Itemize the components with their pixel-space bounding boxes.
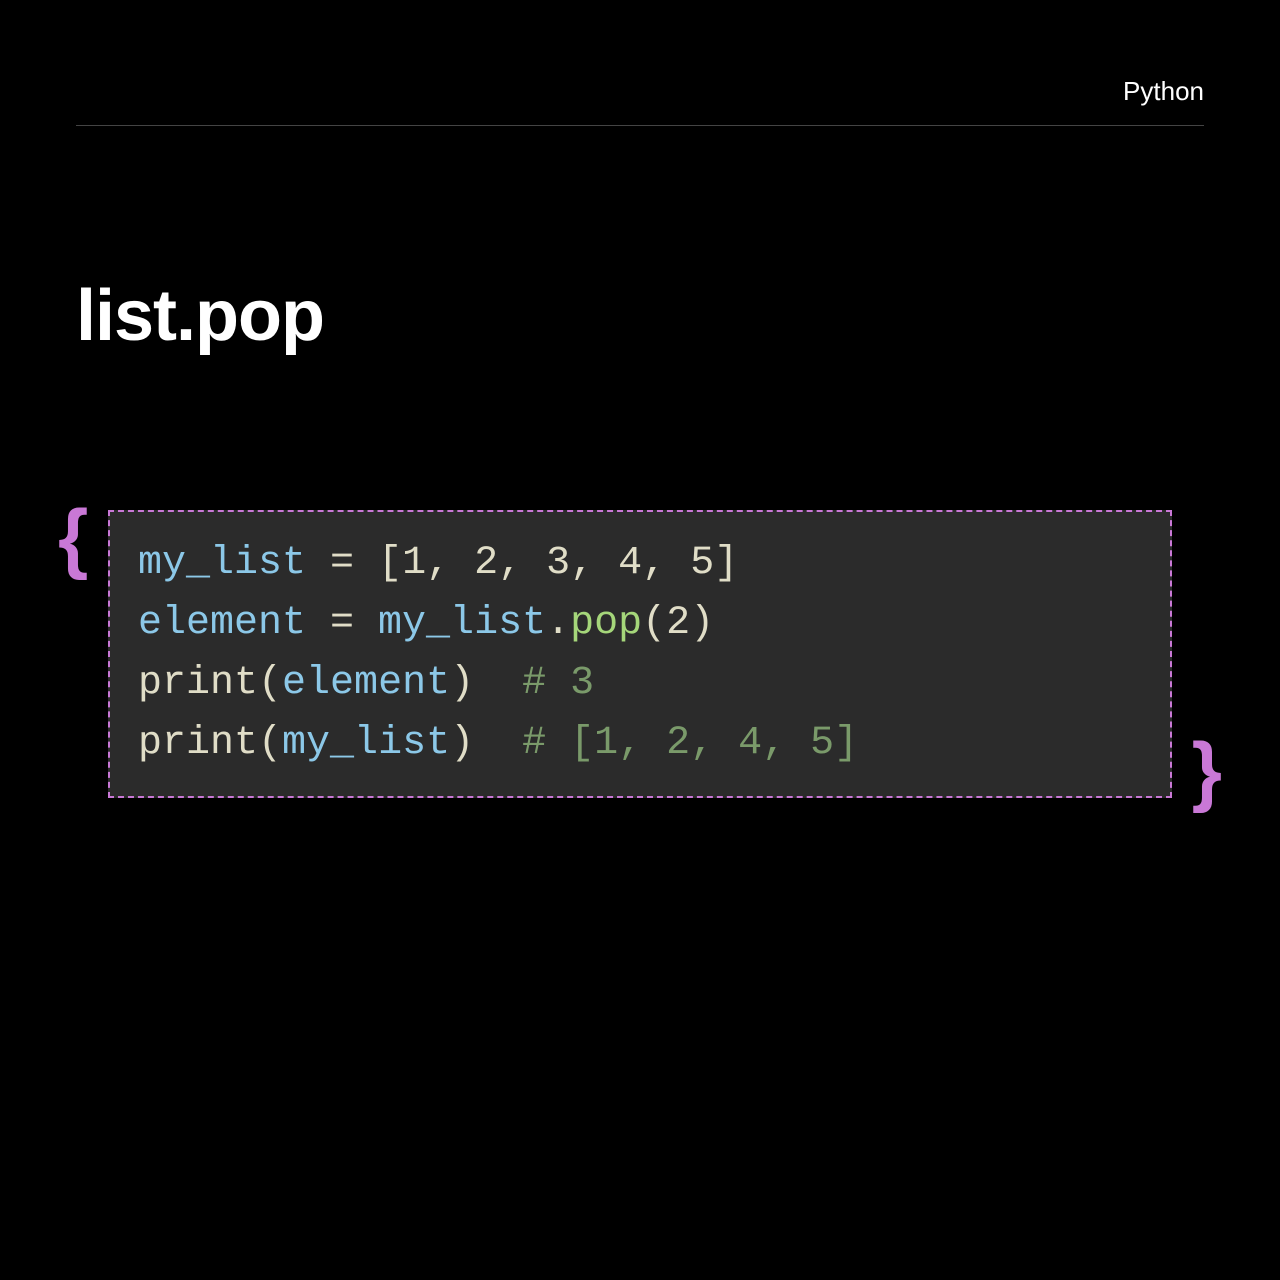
code-token: ) xyxy=(450,661,474,706)
code-token: = xyxy=(306,541,378,586)
code-token: 5 xyxy=(690,541,714,586)
code-token: 1 xyxy=(402,541,426,586)
code-token: , xyxy=(570,541,618,586)
code-token: pop xyxy=(570,601,642,646)
code-comment: # 3 xyxy=(522,661,594,706)
code-token: ( xyxy=(258,661,282,706)
page-title: list.pop xyxy=(76,275,324,357)
code-token: element xyxy=(282,661,450,706)
code-token: ( xyxy=(642,601,666,646)
code-token: ] xyxy=(714,541,738,586)
code-token: = xyxy=(306,601,378,646)
code-box: my_list = [1, 2, 3, 4, 5] element = my_l… xyxy=(108,510,1172,798)
language-label: Python xyxy=(1123,76,1204,106)
code-token: , xyxy=(642,541,690,586)
brace-right-icon: } xyxy=(1192,725,1222,816)
code-token xyxy=(474,661,522,706)
code-token: . xyxy=(546,601,570,646)
code-token: 4 xyxy=(618,541,642,586)
header: Python xyxy=(76,76,1204,126)
code-token: ) xyxy=(690,601,714,646)
code-token: ) xyxy=(450,721,474,766)
code-token: [ xyxy=(378,541,402,586)
code-token: ( xyxy=(258,721,282,766)
code-token: my_list xyxy=(378,601,546,646)
code-token xyxy=(474,721,522,766)
code-token: 3 xyxy=(546,541,570,586)
code-token: print xyxy=(138,661,258,706)
code-content: my_list = [1, 2, 3, 4, 5] element = my_l… xyxy=(138,534,1142,774)
code-token: print xyxy=(138,721,258,766)
code-token: element xyxy=(138,601,306,646)
code-token: my_list xyxy=(138,541,306,586)
code-comment: # [1, 2, 4, 5] xyxy=(522,721,858,766)
code-token: , xyxy=(498,541,546,586)
code-token: 2 xyxy=(666,601,690,646)
code-token: 2 xyxy=(474,541,498,586)
code-wrapper: { my_list = [1, 2, 3, 4, 5] element = my… xyxy=(64,510,1216,798)
brace-left-icon: { xyxy=(58,492,88,583)
code-token: my_list xyxy=(282,721,450,766)
code-token: , xyxy=(426,541,474,586)
